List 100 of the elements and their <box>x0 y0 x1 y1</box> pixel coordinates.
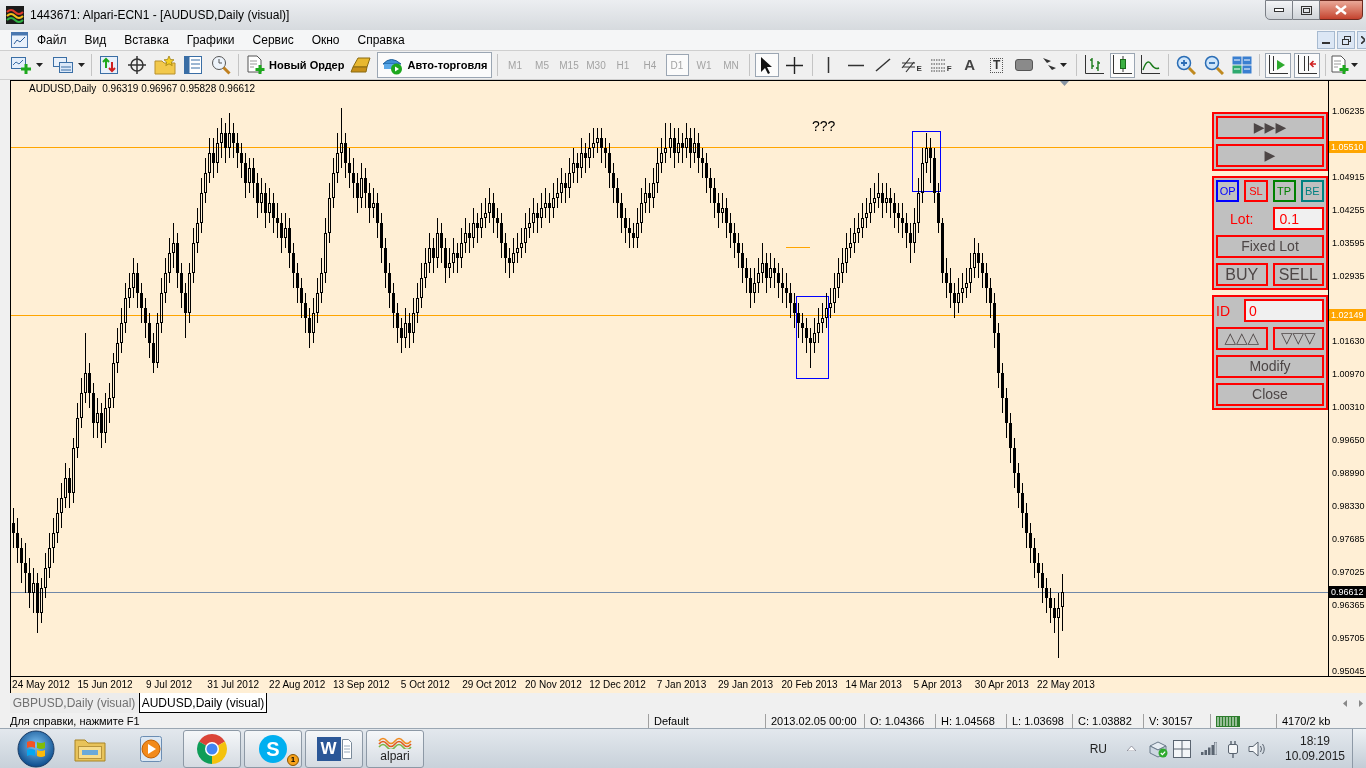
zoom-out-icon[interactable] <box>1203 55 1224 75</box>
buy-button[interactable]: BUY <box>1216 263 1268 286</box>
price-tick-label: 0.97685 <box>1332 533 1365 544</box>
chart-shift-button[interactable] <box>1293 52 1320 78</box>
mode-button[interactable]: BE <box>1300 180 1324 202</box>
plug-icon[interactable] <box>1226 739 1240 758</box>
maximize-icon <box>1300 5 1312 15</box>
clock-date[interactable]: 10.09.2015 <box>1284 748 1346 764</box>
triangle-marker-icon[interactable] <box>1060 81 1069 86</box>
candlestick-icon <box>1112 55 1133 75</box>
minimize-button[interactable] <box>1317 31 1335 49</box>
restore-button[interactable] <box>1337 31 1355 49</box>
menu-item[interactable]: Графики <box>177 31 244 49</box>
help-hint: Для справки, нажмите F1 <box>10 715 140 727</box>
text-tool-button[interactable]: A <box>957 53 982 77</box>
caret-icon <box>1059 63 1067 67</box>
close-button[interactable] <box>1357 31 1366 49</box>
close-price: C: 1.03882 <box>1078 715 1132 727</box>
move-button[interactable]: ▽▽▽ <box>1272 327 1324 350</box>
cursor-arrow-icon <box>760 56 773 74</box>
arrows-window-icon[interactable] <box>99 55 119 75</box>
lot-field[interactable]: 0.1 <box>1272 207 1324 230</box>
date-tick-label: 22 Aug 2012 <box>269 679 326 690</box>
folder-star-icon[interactable] <box>154 55 176 75</box>
date-tick-label: 5 Oct 2012 <box>400 679 450 690</box>
wave-lines-logo-icon <box>6 6 24 24</box>
text-label-button[interactable]: T <box>984 53 1009 77</box>
horizontal-line-icon <box>847 63 864 67</box>
menu-item[interactable]: Окно <box>302 31 349 49</box>
fibonacci-button[interactable]: F <box>927 53 955 77</box>
close-button[interactable] <box>1320 0 1363 20</box>
picture-rectangle-outline[interactable] <box>912 131 941 192</box>
ingot-icon[interactable] <box>350 56 373 74</box>
chart-window-icon[interactable] <box>11 32 28 48</box>
stacked-windows-icon[interactable] <box>52 56 74 74</box>
step-button[interactable]: ▶▶▶ <box>1216 116 1324 139</box>
target-icon[interactable] <box>127 55 147 75</box>
scroll-right-icon[interactable] <box>1359 699 1363 707</box>
caret-icon[interactable] <box>1350 63 1358 67</box>
restore-icon <box>1341 35 1351 45</box>
zoom-in-icon[interactable] <box>1175 55 1196 75</box>
picture-rectangle-outline[interactable] <box>796 296 829 379</box>
mode-button[interactable]: TP <box>1272 180 1296 202</box>
clock-time[interactable]: 18:19 <box>1300 733 1330 749</box>
signal-bars-icon[interactable] <box>1201 742 1217 755</box>
price-tick-label: 1.00310 <box>1332 402 1365 413</box>
clock-magnifier-icon[interactable] <box>211 55 231 75</box>
window-plus-icon[interactable] <box>10 56 32 74</box>
start-orb-icon[interactable] <box>17 729 55 768</box>
ticket-field[interactable]: 0 <box>1244 299 1324 322</box>
scroll-left-icon[interactable] <box>1343 699 1347 707</box>
caret-icon[interactable] <box>78 63 85 67</box>
autotrading-button[interactable]: Авто-торговля <box>377 52 492 78</box>
line-chart-icon <box>1140 55 1161 75</box>
sell-button[interactable]: SELL <box>1272 263 1324 286</box>
grid-windows-icon[interactable] <box>1231 56 1252 74</box>
date-tick-label: 14 Mar 2013 <box>845 679 902 690</box>
show-desktop-button[interactable] <box>1352 729 1366 768</box>
minimize-icon <box>1322 42 1330 44</box>
taskbar-button[interactable] <box>183 729 241 768</box>
close-order-button[interactable]: Close <box>1216 383 1324 406</box>
chart-symbol: AUDUSD,Daily <box>29 83 97 95</box>
chart-tab[interactable]: AUDUSD,Daily (visual) <box>139 693 267 713</box>
menu-item[interactable]: Файл <box>28 31 76 49</box>
modify-button[interactable]: Modify <box>1216 355 1324 378</box>
taskbar-button[interactable]: W <box>305 729 363 768</box>
rounded-rectangle-icon <box>1014 59 1033 71</box>
four-pane-window-icon[interactable] <box>1173 739 1191 758</box>
minimize-button[interactable] <box>1265 0 1293 20</box>
speaker-icon[interactable] <box>1248 740 1266 757</box>
list-window-icon[interactable] <box>183 55 203 75</box>
candlestick-chart-button[interactable] <box>1109 52 1135 78</box>
move-button[interactable]: △△△ <box>1216 327 1268 350</box>
price-tick-label: 1.01630 <box>1332 336 1365 347</box>
close-icon <box>1335 5 1347 15</box>
document-icon <box>341 738 352 759</box>
step-button[interactable]: ▶ <box>1216 144 1324 167</box>
mode-button[interactable]: OP <box>1216 180 1240 202</box>
channel-button[interactable]: E <box>897 53 925 77</box>
taskbar-button[interactable]: S 1 <box>244 729 302 768</box>
date-tick-label: 20 Feb 2013 <box>781 679 838 690</box>
price-tick-label: 1.00970 <box>1332 369 1365 380</box>
chart-tab[interactable]: GBPUSD,Daily (visual) <box>10 693 138 713</box>
cursor-button[interactable] <box>754 53 779 77</box>
menu-item[interactable]: Вставка <box>115 31 178 49</box>
maximize-button[interactable] <box>1293 0 1320 20</box>
caret-icon[interactable] <box>36 63 43 67</box>
fixed-lot-button[interactable]: Fixed Lot <box>1216 235 1324 258</box>
price-level-label: 1.02149 <box>1329 309 1366 322</box>
menu-item[interactable]: Вид <box>75 31 116 49</box>
language-indicator[interactable]: RU <box>1089 739 1107 758</box>
chevron-up-icon[interactable] <box>1127 746 1136 751</box>
close-icon <box>1361 36 1365 44</box>
auto-scroll-button[interactable] <box>1264 52 1291 78</box>
menu-item[interactable]: Сервис <box>243 31 303 49</box>
open-box-check-icon[interactable] <box>1148 739 1168 758</box>
taskbar-button[interactable]: alpari <box>366 729 424 768</box>
new-order-button[interactable]: Новый Ордер <box>244 53 348 77</box>
menu-item[interactable]: Справка <box>348 31 414 49</box>
price-tick-label: 0.95705 <box>1332 632 1365 643</box>
